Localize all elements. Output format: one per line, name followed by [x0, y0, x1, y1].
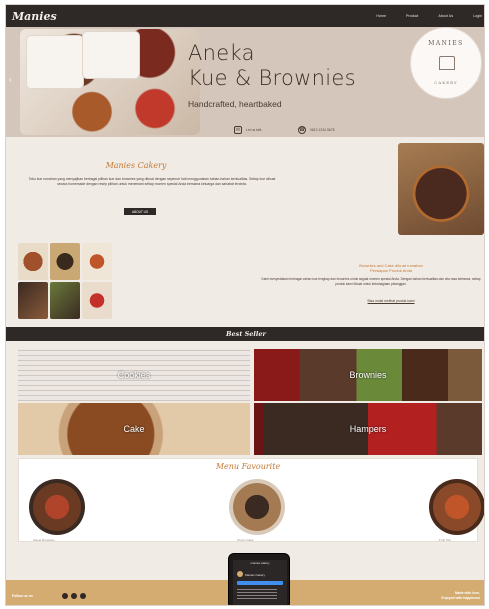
contact-email[interactable]: ✉ Let us talk [234, 126, 261, 134]
mosaic-image [50, 282, 80, 319]
instagram-phone-mockup: manies.cakery Manies Cakery [228, 553, 290, 605]
phone-title: manies.cakery [250, 561, 270, 565]
hero-tagline: Handcrafted, heartbaked [188, 99, 282, 109]
cake-icon [439, 56, 455, 70]
whatsapp-icon[interactable] [62, 593, 68, 599]
about-text: Toko kue rumahan yang menyajikan berbaga… [28, 177, 276, 186]
menu-favourite-title: Menu Favourite [215, 462, 281, 471]
favourite-caption: Choco Cake [237, 538, 254, 542]
brand-logo[interactable]: Manies [12, 10, 57, 23]
tile-label: Hampers [349, 424, 387, 434]
menu-favourite-section: Menu Favourite Sweet Brownies Choco Cake… [18, 458, 484, 542]
mosaic-image [82, 243, 112, 280]
best-seller-hampers[interactable]: Hampers [254, 403, 482, 455]
about-title: Manies Cakery [105, 161, 167, 170]
phone-bio-text [237, 589, 277, 599]
hero-banner: ‹ › Aneka Kue & Brownies Handcrafted, he… [6, 27, 484, 137]
nav-login[interactable]: Login [473, 14, 482, 18]
follow-button[interactable] [237, 581, 283, 585]
intro-title: Brownies and Cake dibuat rumahan Persiap… [359, 263, 423, 273]
best-seller-brownies[interactable]: Brownies [254, 349, 482, 401]
phone-screen: manies.cakery Manies Cakery [233, 560, 287, 605]
about-us-button[interactable]: ABOUT US [124, 208, 156, 215]
nav-home[interactable]: Home [376, 14, 386, 18]
best-seller-header: Best Seller [6, 327, 484, 341]
avatar [237, 571, 243, 577]
favourite-item-1[interactable] [29, 479, 85, 535]
social-links [62, 593, 86, 599]
footer-tagline: Made with love, Enjoyed with happiness [441, 591, 480, 600]
phone-profile-name: Manies Cakery [245, 573, 266, 577]
mail-icon: ✉ [234, 126, 242, 134]
product-mosaic [18, 243, 112, 319]
best-seller-title: Best Seller [226, 330, 266, 338]
brownie-box-image [82, 31, 140, 79]
hero-heading: Aneka Kue & Brownies [188, 41, 356, 90]
facebook-icon[interactable] [80, 593, 86, 599]
brand-badge: MANIES CAKERY [410, 27, 482, 99]
mosaic-image [82, 282, 112, 319]
hero-cake-photo [20, 29, 200, 135]
footer-follow-text: Follow us on [12, 594, 33, 598]
nav-product[interactable]: Product [406, 14, 418, 18]
contact-phone[interactable]: ☎ 0813 1234 5678 [298, 126, 335, 134]
best-seller-cake[interactable]: Cake [18, 403, 250, 455]
tile-label: Brownies [349, 370, 387, 380]
favourite-caption: Sweet Brownies [33, 538, 55, 542]
tile-label: Cookies [117, 370, 151, 380]
brownie-box-image [26, 35, 84, 89]
page: Manies Home Product About Us Login ‹ › A… [5, 4, 485, 606]
mosaic-image [18, 243, 48, 280]
top-nav: Manies Home Product About Us Login [6, 5, 484, 27]
tile-label: Cake [123, 424, 145, 434]
mosaic-image [18, 282, 48, 319]
nav-about-us[interactable]: About Us [438, 14, 453, 18]
chocolate-cake-photo [398, 143, 484, 235]
intro-text: Kami menyediakan berbagai varian kue len… [261, 277, 481, 286]
favourite-caption: Fruit Tart [439, 538, 451, 542]
favourite-item-2[interactable] [229, 479, 285, 535]
view-products-link[interactable]: Bisa mulai melihat produk kami [306, 299, 476, 303]
whatsapp-icon: ☎ [298, 126, 306, 134]
favourite-item-3[interactable] [429, 479, 484, 535]
mosaic-image [50, 243, 80, 280]
instagram-icon[interactable] [71, 593, 77, 599]
best-seller-cookies[interactable]: Cookies [18, 349, 250, 401]
carousel-prev-icon[interactable]: ‹ [9, 75, 17, 85]
nav-links: Home Product About Us Login [376, 14, 482, 18]
